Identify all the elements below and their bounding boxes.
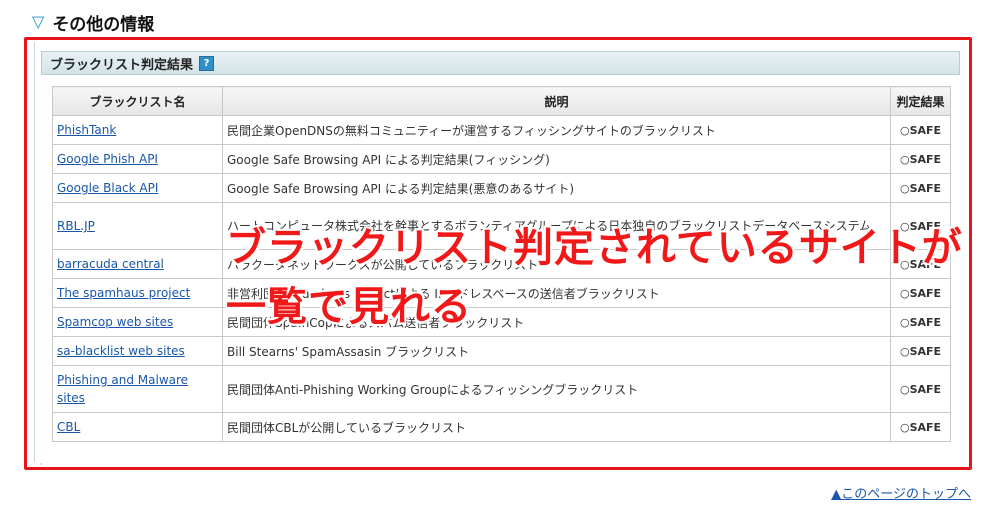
help-icon[interactable]: ? xyxy=(199,55,215,71)
section-title: その他の情報 xyxy=(52,14,155,35)
table-row: PhishTank 民間企業OpenDNSの無料コミュニティーが運営するフィッシ… xyxy=(52,115,951,145)
name-cell: Google Black API xyxy=(52,173,223,203)
name-cell: sa-blacklist web sites xyxy=(52,336,223,366)
description-cell: 民間団体CBLが公開しているブラックリスト xyxy=(222,412,891,442)
dot-mark: · xyxy=(40,460,43,469)
page-top-link[interactable]: ▲このページのトップへ xyxy=(831,483,971,502)
blacklist-link[interactable]: Phishing and Malware sites xyxy=(57,373,188,405)
result-cell: ○SAFE xyxy=(890,278,951,308)
result-label: SAFE xyxy=(909,315,942,329)
blacklist-link[interactable]: PhishTank xyxy=(57,123,116,137)
triangle-down-icon[interactable]: ▽ xyxy=(32,14,44,30)
table-row: sa-blacklist web sites Bill Stearns' Spa… xyxy=(52,336,951,366)
annotation-line-2: 一覧で見れる xyxy=(226,284,472,330)
panel-title: ブラックリスト判定結果 xyxy=(50,57,194,73)
table-row: The spamhaus project 非営利団体Spamhaus Proje… xyxy=(52,278,951,308)
annotation-line-1: ブラックリスト判定されているサイトが xyxy=(226,225,963,271)
blacklist-link[interactable]: The spamhaus project xyxy=(57,286,190,300)
result-label: SAFE xyxy=(909,286,942,300)
result-label: SAFE xyxy=(909,181,942,195)
blacklist-link[interactable]: Spamcop web sites xyxy=(57,315,173,329)
name-cell: RBL.JP xyxy=(52,202,223,250)
divider-line xyxy=(34,42,35,462)
result-cell: ○SAFE xyxy=(890,173,951,203)
name-cell: barracuda central xyxy=(52,249,223,279)
table-row: CBL 民間団体CBLが公開しているブラックリスト ○SAFE xyxy=(52,412,951,442)
header-name: ブラックリスト名 xyxy=(52,86,223,116)
table-row: Google Phish API Google Safe Browsing AP… xyxy=(52,144,951,174)
description-cell: Google Safe Browsing API による判定結果(悪意のあるサイ… xyxy=(222,173,891,203)
table-row: Spamcop web sites 民間団体SpamCopによるスパム送信者ブラ… xyxy=(52,307,951,337)
name-cell: Spamcop web sites xyxy=(52,307,223,337)
table-header-row: ブラックリスト名 説明 判定結果 xyxy=(52,86,951,116)
result-label: SAFE xyxy=(909,152,942,166)
header-description: 説明 xyxy=(222,86,891,116)
table-row: Phishing and Malware sites 民間団体Anti-Phis… xyxy=(52,365,951,413)
result-cell: ○SAFE xyxy=(890,144,951,174)
blacklist-link[interactable]: CBL xyxy=(57,420,80,434)
result-label: SAFE xyxy=(909,420,942,434)
description-cell: Google Safe Browsing API による判定結果(フィッシング) xyxy=(222,144,891,174)
name-cell: The spamhaus project xyxy=(52,278,223,308)
name-cell: Phishing and Malware sites xyxy=(52,365,223,413)
header-result: 判定結果 xyxy=(890,86,951,116)
blacklist-link[interactable]: sa-blacklist web sites xyxy=(57,344,185,358)
blacklist-link[interactable]: Google Black API xyxy=(57,181,158,195)
description-cell: Bill Stearns' SpamAssasin ブラックリスト xyxy=(222,336,891,366)
blacklist-link[interactable]: RBL.JP xyxy=(57,219,95,233)
blacklist-link[interactable]: barracuda central xyxy=(57,257,164,271)
result-cell: ○SAFE xyxy=(890,336,951,366)
name-cell: Google Phish API xyxy=(52,144,223,174)
result-cell: ○SAFE xyxy=(890,115,951,145)
result-cell: ○SAFE xyxy=(890,412,951,442)
result-cell: ○SAFE xyxy=(890,307,951,337)
result-label: SAFE xyxy=(909,344,942,358)
blacklist-link[interactable]: Google Phish API xyxy=(57,152,158,166)
panel-header: ブラックリスト判定結果 ? xyxy=(41,51,960,75)
result-cell: ○SAFE xyxy=(890,365,951,413)
section-header: ▽ その他の情報 xyxy=(32,10,155,35)
result-label: SAFE xyxy=(909,382,942,396)
name-cell: PhishTank xyxy=(52,115,223,145)
name-cell: CBL xyxy=(52,412,223,442)
description-cell: 民間企業OpenDNSの無料コミュニティーが運営するフィッシングサイトのブラック… xyxy=(222,115,891,145)
table-row: Google Black API Google Safe Browsing AP… xyxy=(52,173,951,203)
description-cell: 民間団体Anti-Phishing Working Groupによるフィッシング… xyxy=(222,365,891,413)
result-label: SAFE xyxy=(909,123,942,137)
